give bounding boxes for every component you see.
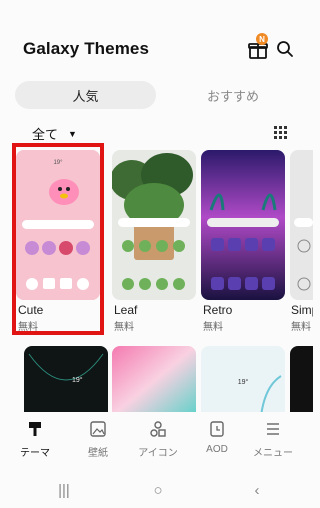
- theme-card-retro[interactable]: [201, 150, 285, 300]
- preview-clock: 19°: [72, 376, 83, 384]
- theme-price: 無料: [291, 322, 311, 333]
- nav-themes[interactable]: テーマ: [5, 420, 65, 459]
- theme-card[interactable]: 19°: [201, 346, 285, 416]
- nav-label: メニュー: [253, 448, 293, 459]
- page-title: Galaxy Themes: [23, 39, 150, 58]
- theme-card[interactable]: 19°: [24, 346, 108, 416]
- grid-view-icon[interactable]: [274, 126, 287, 139]
- theme-price: 無料: [114, 322, 134, 333]
- back-icon[interactable]: ‹: [242, 482, 272, 499]
- tab-recommended[interactable]: おすすめ: [168, 81, 298, 109]
- tab-popular[interactable]: 人気: [15, 81, 156, 109]
- clock-icon: [210, 421, 224, 437]
- nav-label: テーマ: [20, 448, 50, 459]
- notification-badge: N: [256, 33, 268, 45]
- apps-icon: [150, 421, 166, 437]
- selection-highlight: [12, 143, 104, 335]
- nav-label: AOD: [206, 444, 228, 455]
- theme-card[interactable]: [112, 346, 196, 416]
- preview-clock: 19°: [238, 378, 249, 386]
- filter-dropdown[interactable]: 全て ▼: [32, 124, 77, 143]
- nav-wallpapers[interactable]: 壁紙: [68, 420, 128, 459]
- search-icon[interactable]: [276, 40, 294, 58]
- theme-name: Retro: [203, 303, 233, 317]
- nav-label: アイコン: [138, 448, 178, 459]
- nav-label: 壁紙: [88, 448, 108, 459]
- home-icon[interactable]: ○: [143, 482, 173, 499]
- bottom-navigation: テーマ 壁紙 アイコン AOD メニュー: [0, 412, 313, 478]
- menu-icon: [267, 423, 279, 435]
- nav-aod[interactable]: AOD: [187, 420, 247, 455]
- theme-name: Simp: [291, 303, 313, 317]
- image-icon: [90, 421, 106, 437]
- filter-label: 全て: [32, 127, 59, 142]
- theme-card-leaf[interactable]: [112, 150, 196, 300]
- theme-price: 無料: [203, 322, 223, 333]
- brush-icon: [29, 422, 41, 436]
- nav-icons[interactable]: アイコン: [128, 420, 188, 459]
- nav-menu[interactable]: メニュー: [243, 420, 303, 459]
- theme-card[interactable]: [290, 346, 313, 416]
- theme-card-simple[interactable]: [290, 150, 313, 300]
- theme-name: Leaf: [114, 303, 138, 317]
- recent-apps-icon[interactable]: |||: [49, 482, 79, 499]
- dropdown-arrow-icon: ▼: [68, 128, 77, 139]
